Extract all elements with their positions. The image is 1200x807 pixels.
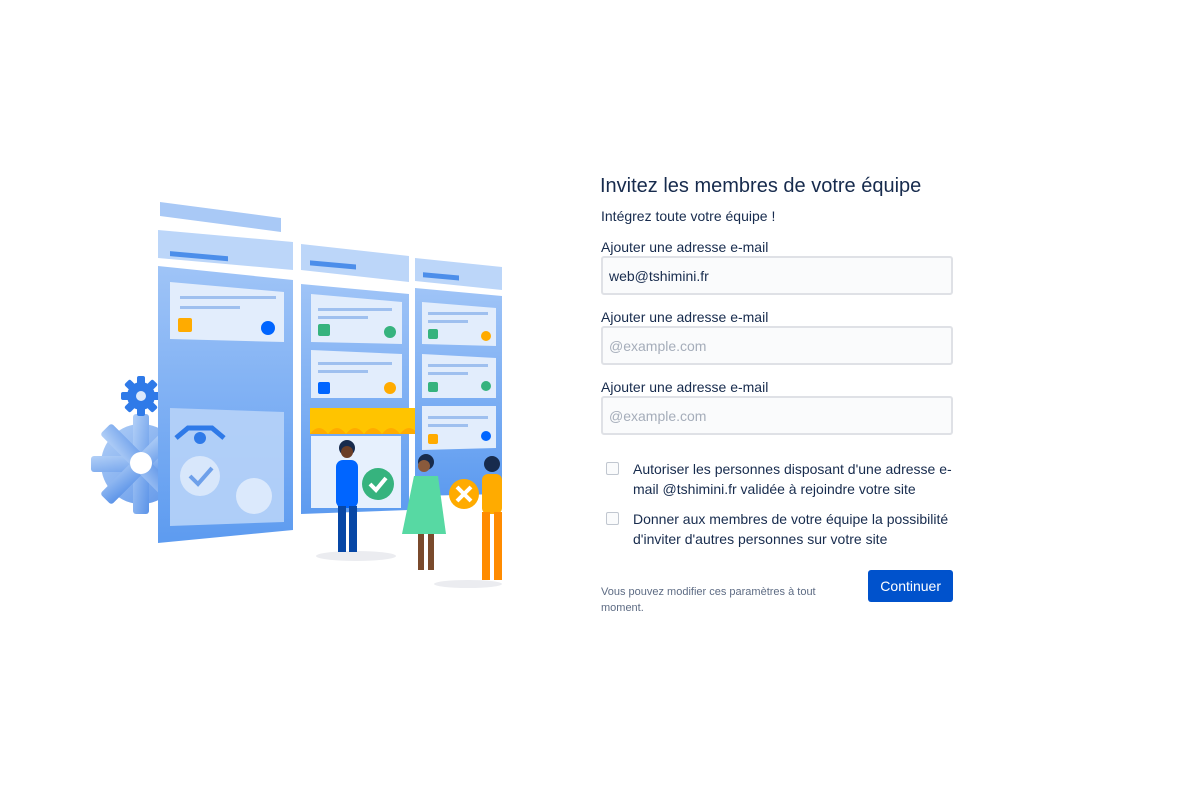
continue-button[interactable]: Continuer [868,570,953,602]
domain-join-label[interactable]: Autoriser les personnes disposant d'une … [633,459,953,499]
email-input-2[interactable] [601,326,953,365]
domain-join-option: Autoriser les personnes disposant d'une … [606,459,953,499]
member-invite-checkbox[interactable] [606,512,619,525]
email-field-label: Ajouter une adresse e-mail [601,379,769,395]
email-field-label: Ajouter une adresse e-mail [601,309,769,325]
team-board-illustration [88,196,518,596]
page-subtitle: Intégrez toute votre équipe ! [601,208,776,224]
settings-note: Vous pouvez modifier ces paramètres à to… [601,586,816,614]
email-input-1[interactable] [601,256,953,295]
email-field-label: Ajouter une adresse e-mail [601,239,769,255]
page-title: Invitez les membres de votre équipe [600,175,922,197]
form-footer: Vous pouvez modifier ces paramètres à to… [600,570,953,616]
email-field-1: Ajouter une adresse e-mail [600,239,953,295]
email-field-2: Ajouter une adresse e-mail [600,309,953,365]
email-field-3: Ajouter une adresse e-mail [600,379,953,435]
domain-join-checkbox[interactable] [606,462,619,475]
invite-panel: Invitez les membres de votre équipe Inté… [600,172,953,616]
invite-options: Autoriser les personnes disposant d'une … [606,459,953,549]
member-invite-label[interactable]: Donner aux membres de votre équipe la po… [633,509,953,549]
member-invite-option: Donner aux membres de votre équipe la po… [606,509,953,549]
email-input-3[interactable] [601,396,953,435]
